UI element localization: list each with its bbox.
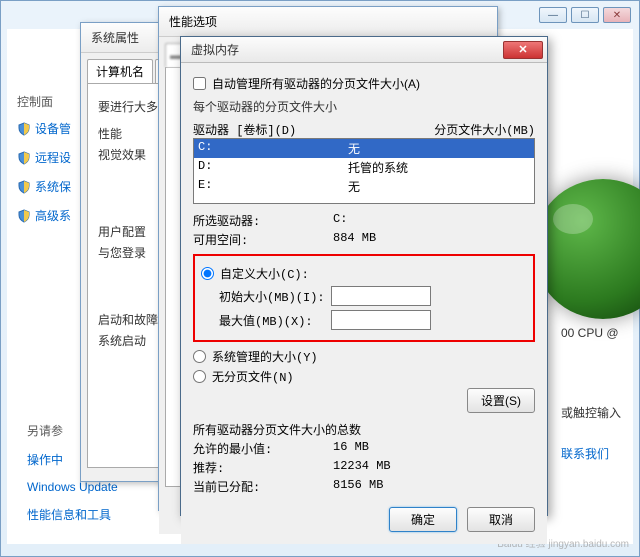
- recommended-row: 推荐: 12234 MB: [193, 459, 535, 476]
- initial-size-row: 初始大小(MB)(I):: [201, 286, 529, 306]
- system-info: 00 CPU @ 或触控输入 联系我们: [561, 324, 621, 464]
- drive-row-c[interactable]: C: 无: [194, 139, 534, 158]
- drive-row-d[interactable]: D: 托管的系统: [194, 158, 534, 177]
- selected-drive-row: 所选驱动器: C:: [193, 212, 535, 229]
- drive-list[interactable]: C: 无 D: 托管的系统 E: 无: [193, 138, 535, 204]
- cancel-button[interactable]: 取消: [467, 507, 535, 532]
- dialog-title: 虚拟内存: [191, 41, 239, 58]
- dialog-buttons: 确定 取消: [181, 497, 547, 544]
- system-managed-radio-row: 系统管理的大小(Y): [193, 348, 535, 365]
- remote-settings-link[interactable]: 远程设: [17, 143, 87, 172]
- maximize-button[interactable]: ☐: [571, 7, 599, 23]
- performance-info-link[interactable]: 性能信息和工具: [27, 500, 118, 529]
- tab-computer-name[interactable]: 计算机名: [87, 59, 153, 83]
- auto-manage-row: 自动管理所有驱动器的分页文件大小(A): [193, 75, 535, 92]
- device-manager-link[interactable]: 设备管: [17, 114, 87, 143]
- no-paging-row: 无分页文件(N): [193, 368, 535, 385]
- max-size-row: 最大值(MB)(X):: [201, 310, 529, 330]
- system-protection-link[interactable]: 系统保: [17, 172, 87, 201]
- control-panel-label: 控制面: [17, 89, 87, 114]
- close-button[interactable]: ✕: [503, 41, 543, 59]
- min-allowed-row: 允许的最小值: 16 MB: [193, 440, 535, 457]
- custom-size-radio[interactable]: [201, 267, 214, 280]
- ok-button[interactable]: 确定: [389, 507, 457, 532]
- set-button[interactable]: 设置(S): [467, 388, 535, 413]
- auto-manage-label: 自动管理所有驱动器的分页文件大小(A): [212, 75, 420, 92]
- auto-manage-checkbox[interactable]: [193, 77, 206, 90]
- advanced-system-link[interactable]: 高级系: [17, 201, 87, 230]
- max-size-input[interactable]: [331, 310, 431, 330]
- virtual-memory-dialog: 虚拟内存 ✕ 自动管理所有驱动器的分页文件大小(A) 每个驱动器的分页文件大小 …: [180, 36, 548, 516]
- currently-allocated-row: 当前已分配: 8156 MB: [193, 478, 535, 495]
- windows-orb-icon: [533, 179, 640, 319]
- sidebar: 控制面 设备管 远程设 系统保 高级系: [17, 89, 87, 230]
- virtual-memory-body: 自动管理所有驱动器的分页文件大小(A) 每个驱动器的分页文件大小 驱动器 [卷标…: [181, 63, 547, 495]
- shield-icon: [17, 209, 31, 223]
- drive-row-e[interactable]: E: 无: [194, 177, 534, 196]
- totals-title: 所有驱动器分页文件大小的总数: [193, 421, 535, 438]
- custom-size-radio-row: 自定义大小(C):: [201, 265, 529, 282]
- close-button[interactable]: ✕: [603, 7, 631, 23]
- each-drive-label: 每个驱动器的分页文件大小: [193, 98, 535, 115]
- drivelist-header: 驱动器 [卷标](D) 分页文件大小(MB): [193, 121, 535, 138]
- no-paging-radio[interactable]: [193, 370, 206, 383]
- dialog-title: 性能选项: [159, 7, 497, 37]
- shield-icon: [17, 122, 31, 136]
- system-managed-radio[interactable]: [193, 350, 206, 363]
- available-space-row: 可用空间: 884 MB: [193, 231, 535, 248]
- initial-size-input[interactable]: [331, 286, 431, 306]
- shield-icon: [17, 180, 31, 194]
- minimize-button[interactable]: —: [539, 7, 567, 23]
- shield-icon: [17, 151, 31, 165]
- dialog-titlebar: 虚拟内存 ✕: [181, 37, 547, 63]
- custom-size-highlight: 自定义大小(C): 初始大小(MB)(I): 最大值(MB)(X):: [193, 254, 535, 342]
